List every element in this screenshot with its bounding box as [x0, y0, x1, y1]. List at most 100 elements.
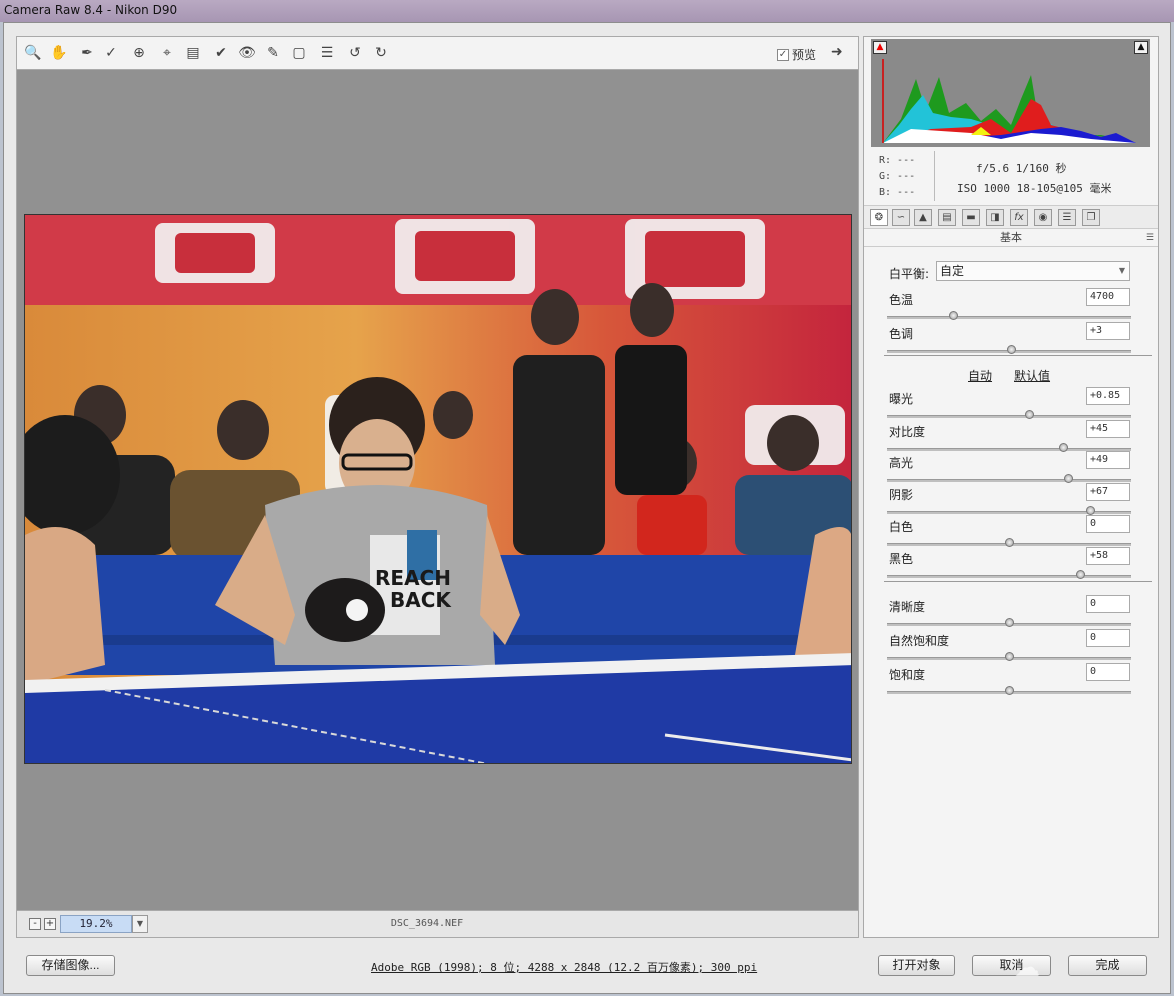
svg-text:BACK: BACK — [390, 588, 452, 612]
readout-divider — [934, 151, 935, 201]
default-link[interactable]: 默认值 — [1014, 367, 1050, 384]
tab-presets-icon[interactable]: ☰ — [1058, 209, 1076, 226]
straighten-icon[interactable]: ▤ — [183, 43, 203, 63]
divider-2 — [884, 581, 1152, 582]
slider-label: 高光 — [889, 456, 914, 470]
slider-track[interactable] — [887, 345, 1131, 354]
chevron-down-icon[interactable]: ▼ — [132, 915, 148, 933]
slider-value-field[interactable]: +67 — [1086, 483, 1130, 501]
exif-iso-lens: ISO 1000 18-105@105 毫米 — [957, 182, 1112, 195]
zoom-in-button[interactable]: + — [44, 918, 56, 930]
slider-label: 清晰度 — [889, 600, 926, 614]
slider-label: 对比度 — [889, 425, 926, 439]
red-readout: R: --- — [879, 155, 916, 166]
tab-effects-icon[interactable]: fx — [1010, 209, 1028, 226]
fullscreen-icon[interactable]: ➜ — [831, 44, 851, 62]
white-balance-select[interactable]: 自定 ▼ — [936, 261, 1130, 281]
slider-thumb[interactable] — [1024, 410, 1034, 419]
slider-track[interactable] — [887, 686, 1131, 695]
slider-thumb[interactable] — [948, 311, 958, 320]
table-tennis-photo: REACH BACK — [25, 215, 851, 763]
slider-track[interactable] — [887, 311, 1131, 320]
canvas-status-bar: - + 19.2% ▼ DSC_3694.NEF — [16, 910, 859, 938]
slider-value-field[interactable]: 4700 — [1086, 288, 1130, 306]
slider-label: 色温 — [889, 293, 914, 307]
auto-link[interactable]: 自动 — [968, 367, 992, 384]
divider-1 — [884, 355, 1152, 356]
open-object-button[interactable]: 打开对象 — [878, 955, 955, 976]
white-balance-label: 白平衡: — [889, 267, 930, 281]
slider-value-field[interactable]: +58 — [1086, 547, 1130, 565]
tab-basic-icon[interactable]: ❂ — [870, 209, 888, 226]
color-sampler-icon[interactable]: ✓ — [101, 43, 121, 63]
preview-checkbox[interactable]: ✓ — [777, 48, 789, 61]
slider-thumb[interactable] — [1007, 345, 1017, 354]
chevron-down-icon: ▼ — [1118, 266, 1125, 275]
slider-value-field[interactable]: +45 — [1086, 420, 1130, 438]
slider-value-field[interactable]: 0 — [1086, 629, 1130, 647]
slider-thumb[interactable] — [1005, 618, 1014, 627]
hand-icon[interactable]: ✋ — [49, 43, 69, 63]
save-image-button[interactable]: 存储图像... — [26, 955, 115, 976]
slider-track[interactable] — [887, 618, 1131, 627]
tab-lens-icon[interactable]: ◨ — [986, 209, 1004, 226]
rotate-right-icon[interactable]: ↻ — [371, 43, 391, 63]
blue-readout: B: --- — [879, 187, 916, 198]
slider-thumb[interactable] — [1063, 474, 1073, 483]
tab-snapshots-icon[interactable]: ❐ — [1082, 209, 1100, 226]
slider-label: 曝光 — [889, 392, 914, 406]
slider-value-field[interactable]: +0.85 — [1086, 387, 1130, 405]
red-eye-icon[interactable]: 👁 — [237, 43, 257, 63]
slider-thumb[interactable] — [1005, 538, 1014, 547]
preview-label: 预览 — [792, 48, 817, 62]
done-button[interactable]: 完成 — [1068, 955, 1147, 976]
white-balance-icon[interactable]: ✒ — [77, 43, 97, 63]
slider-value-field[interactable]: 0 — [1086, 595, 1130, 613]
shadow-clip-warning-icon[interactable]: ▲ — [873, 41, 887, 54]
slider-label: 阴影 — [889, 488, 914, 502]
slider-thumb[interactable] — [1058, 443, 1068, 452]
slider-label: 饱和度 — [889, 668, 926, 682]
slider-value-field[interactable]: +49 — [1086, 451, 1130, 469]
slider-label: 自然饱和度 — [889, 634, 950, 648]
spot-removal-icon[interactable]: ✔ — [211, 43, 231, 63]
slider-thumb[interactable] — [1075, 570, 1085, 579]
slider-thumb[interactable] — [1005, 686, 1014, 695]
targeted-adjustment-icon[interactable]: ⊕ — [129, 43, 149, 63]
tab-hsl-icon[interactable]: ▤ — [938, 209, 956, 226]
preview-toggle[interactable]: ✓ 预览 — [777, 46, 816, 63]
zoom-out-button[interactable]: - — [29, 918, 41, 930]
slider-track[interactable] — [887, 570, 1131, 579]
slider-track[interactable] — [887, 474, 1131, 483]
zoom-level[interactable]: 19.2% — [60, 915, 132, 933]
camera-raw-window: 🔍 ✋ ✒ ✓ ⊕ ⌖ ▤ ✔ 👁 ✎ ▢ ☰ ↺ ↻ ✓ 预览 ➜ REACH… — [3, 22, 1171, 994]
slider-thumb[interactable] — [1085, 506, 1095, 515]
tab-tone-curve-icon[interactable]: ∽ — [892, 209, 910, 226]
graduated-filter-icon[interactable]: ▢ — [289, 43, 309, 63]
workflow-options-link[interactable]: Adobe RGB (1998); 8 位; 4288 x 2848 (12.2… — [371, 959, 757, 975]
crop-icon[interactable]: ⌖ — [157, 43, 177, 63]
slider-track[interactable] — [887, 538, 1131, 547]
image-canvas[interactable]: REACH BACK — [16, 70, 859, 910]
white-balance-value: 自定 — [940, 264, 965, 278]
file-name: DSC_3694.NEF — [390, 918, 464, 929]
slider-track[interactable] — [887, 410, 1131, 419]
panel-menu-icon[interactable]: ☰ — [1146, 233, 1154, 243]
zoom-icon[interactable]: 🔍 — [23, 43, 43, 63]
slider-track[interactable] — [887, 652, 1131, 661]
rotate-left-icon[interactable]: ↺ — [345, 43, 365, 63]
tab-camera-calibration-icon[interactable]: ◉ — [1034, 209, 1052, 226]
slider-thumb[interactable] — [1005, 652, 1014, 661]
adjustment-brush-icon[interactable]: ✎ — [263, 43, 283, 63]
slider-value-field[interactable]: 0 — [1086, 515, 1130, 533]
slider-value-field[interactable]: 0 — [1086, 663, 1130, 681]
list-icon[interactable]: ☰ — [317, 43, 337, 63]
slider-track[interactable] — [887, 506, 1131, 515]
tab-detail-icon[interactable]: ▲ — [914, 209, 932, 226]
toolbar: 🔍 ✋ ✒ ✓ ⊕ ⌖ ▤ ✔ 👁 ✎ ▢ ☰ ↺ ↻ ✓ 预览 ➜ — [16, 36, 859, 70]
slider-value-field[interactable]: +3 — [1086, 322, 1130, 340]
svg-text:REACH: REACH — [375, 566, 451, 590]
adjustment-panel: ▲ ▲ R: --- G: --- B: --- f/5.6 1/160 秒 I… — [863, 36, 1159, 938]
tab-split-toning-icon[interactable]: ▬ — [962, 209, 980, 226]
highlight-clip-warning-icon[interactable]: ▲ — [1134, 41, 1148, 54]
